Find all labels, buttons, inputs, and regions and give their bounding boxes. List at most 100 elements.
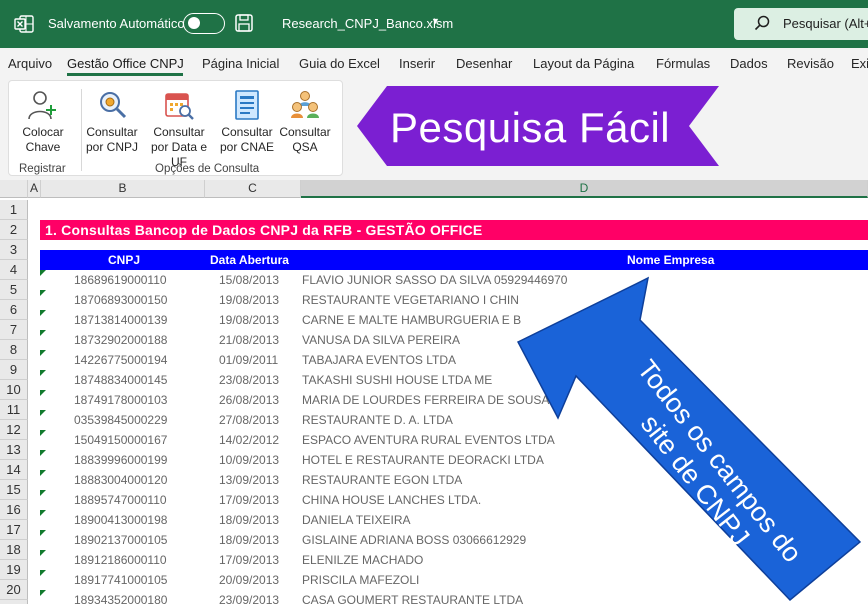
cell-data-abertura[interactable]: 14/02/2012 [219, 430, 279, 450]
row-header[interactable]: 6 [0, 300, 28, 320]
row-header[interactable]: 13 [0, 440, 28, 460]
row-header[interactable]: 18 [0, 540, 28, 560]
cell-cnpj[interactable]: 18883004000120 [74, 470, 167, 490]
search-box[interactable]: Pesquisar (Alt+ [734, 8, 868, 40]
tab-inserir[interactable]: Inserir [399, 56, 435, 71]
cell-data-abertura[interactable]: 19/08/2013 [219, 310, 279, 330]
cell-nome-empresa[interactable]: PRISCILA MAFEZOLI [302, 570, 419, 590]
cell-data-abertura[interactable]: 10/09/2013 [219, 450, 279, 470]
cell-data-abertura[interactable]: 13/09/2013 [219, 470, 279, 490]
error-indicator-icon [40, 330, 46, 336]
row-header[interactable]: 12 [0, 420, 28, 440]
cell-nome-empresa[interactable]: TAKASHI SUSHI HOUSE LTDA ME [302, 370, 492, 390]
consultar-cnpj-button[interactable]: Consultar por CNPJ [81, 89, 143, 155]
chevron-down-icon[interactable]: ▼ [431, 16, 440, 26]
tab-exibir[interactable]: Exi [851, 56, 868, 71]
cell-cnpj[interactable]: 18912186000110 [74, 550, 167, 570]
sheet-title[interactable]: 1. Consultas Bancop de Dados CNPJ da RFB… [40, 220, 868, 240]
colocar-chave-button[interactable]: Colocar Chave [15, 89, 71, 155]
row-header[interactable]: 8 [0, 340, 28, 360]
cell-cnpj[interactable]: 18895747000110 [74, 490, 167, 510]
cell-cnpj[interactable]: 18934352000180 [74, 590, 167, 604]
cell-cnpj[interactable]: 18689619000110 [74, 270, 167, 290]
error-indicator-icon [40, 550, 46, 556]
cell-nome-empresa[interactable]: TABAJARA EVENTOS LTDA [302, 350, 456, 370]
row-header[interactable]: 19 [0, 560, 28, 580]
consultar-data-uf-button[interactable]: Consultar por Data e UF [143, 89, 215, 170]
cell-nome-empresa[interactable]: DANIELA TEIXEIRA [302, 510, 411, 530]
column-header-c[interactable]: C [205, 180, 301, 198]
cell-cnpj[interactable]: 18732902000188 [74, 330, 167, 350]
header-cnpj[interactable]: CNPJ [108, 250, 140, 270]
row-header[interactable]: 4 [0, 260, 28, 280]
cell-cnpj[interactable]: 18706893000150 [74, 290, 167, 310]
cell-cnpj[interactable]: 18839996000199 [74, 450, 167, 470]
cell-nome-empresa[interactable]: CHINA HOUSE LANCHES LTDA. [302, 490, 481, 510]
row-header[interactable]: 21 [0, 600, 28, 604]
cell-cnpj[interactable]: 18917741000105 [74, 570, 167, 590]
row-header[interactable]: 14 [0, 460, 28, 480]
cell-data-abertura[interactable]: 27/08/2013 [219, 410, 279, 430]
cell-cnpj[interactable]: 15049150000167 [74, 430, 167, 450]
cell-data-abertura[interactable]: 15/08/2013 [219, 270, 279, 290]
cell-data-abertura[interactable]: 21/08/2013 [219, 330, 279, 350]
tab-layout-da-pagina[interactable]: Layout da Página [533, 56, 634, 71]
consultar-cnae-button[interactable]: Consultar por CNAE [218, 89, 276, 155]
tab-revisao[interactable]: Revisão [787, 56, 834, 71]
tab-formulas[interactable]: Fórmulas [656, 56, 710, 71]
cell-nome-empresa[interactable]: RESTAURANTE EGON LTDA [302, 470, 462, 490]
row-header[interactable]: 5 [0, 280, 28, 300]
cell-data-abertura[interactable]: 17/09/2013 [219, 550, 279, 570]
row-header[interactable]: 9 [0, 360, 28, 380]
row-header[interactable]: 11 [0, 400, 28, 420]
cell-cnpj[interactable]: 14226775000194 [74, 350, 167, 370]
cell-data-abertura[interactable]: 20/09/2013 [219, 570, 279, 590]
column-header-d[interactable]: D [301, 180, 868, 198]
error-indicator-icon [40, 390, 46, 396]
cell-nome-empresa[interactable]: VANUSA DA SILVA PEREIRA [302, 330, 460, 350]
cell-cnpj[interactable]: 03539845000229 [74, 410, 167, 430]
row-header[interactable]: 17 [0, 520, 28, 540]
colocar-chave-label-1: Colocar [22, 125, 64, 139]
cell-data-abertura[interactable]: 18/09/2013 [219, 510, 279, 530]
file-name[interactable]: Research_CNPJ_Banco.xlsm [282, 16, 453, 31]
cell-data-abertura[interactable]: 23/08/2013 [219, 370, 279, 390]
cell-cnpj[interactable]: 18749178000103 [74, 390, 167, 410]
row-header[interactable]: 15 [0, 480, 28, 500]
cell-nome-empresa[interactable]: RESTAURANTE D. A. LTDA [302, 410, 453, 430]
cell-cnpj[interactable]: 18713814000139 [74, 310, 167, 330]
tab-guia-do-excel[interactable]: Guia do Excel [299, 56, 380, 71]
cell-cnpj[interactable]: 18900413000198 [74, 510, 167, 530]
tab-pagina-inicial[interactable]: Página Inicial [202, 56, 279, 71]
select-all-corner[interactable] [0, 180, 28, 198]
row-header[interactable]: 7 [0, 320, 28, 340]
row-header[interactable]: 16 [0, 500, 28, 520]
cell-data-abertura[interactable]: 23/09/2013 [219, 590, 279, 604]
cell-nome-empresa[interactable]: ELENILZE MACHADO [302, 550, 423, 570]
tab-arquivo[interactable]: Arquivo [8, 56, 52, 71]
header-data-abertura[interactable]: Data Abertura [210, 250, 289, 270]
tab-gestao-office-cnpj[interactable]: Gestão Office CNPJ [67, 56, 184, 71]
row-header[interactable]: 20 [0, 580, 28, 600]
cell-cnpj[interactable]: 18748834000145 [74, 370, 167, 390]
save-icon[interactable] [235, 13, 253, 33]
cell-data-abertura[interactable]: 19/08/2013 [219, 290, 279, 310]
cell-data-abertura[interactable]: 18/09/2013 [219, 530, 279, 550]
column-header-a[interactable]: A [28, 180, 41, 198]
cell-cnpj[interactable]: 18902137000105 [74, 530, 167, 550]
cell-data-abertura[interactable]: 17/09/2013 [219, 490, 279, 510]
autosave-toggle[interactable] [183, 13, 225, 34]
row-header[interactable]: 10 [0, 380, 28, 400]
cell-data-abertura[interactable]: 01/09/2011 [219, 350, 278, 370]
tab-dados[interactable]: Dados [730, 56, 768, 71]
row-header[interactable]: 3 [0, 240, 28, 260]
column-header-b[interactable]: B [41, 180, 205, 198]
consultar-qsa-button[interactable]: Consultar QSA [276, 89, 334, 155]
error-indicator-icon [40, 590, 46, 596]
search-icon [754, 15, 770, 31]
row-header[interactable]: 2 [0, 220, 28, 240]
row-header[interactable]: 1 [0, 200, 28, 220]
cell-data-abertura[interactable]: 26/08/2013 [219, 390, 279, 410]
tab-desenhar[interactable]: Desenhar [456, 56, 512, 71]
excel-icon[interactable] [14, 14, 34, 34]
